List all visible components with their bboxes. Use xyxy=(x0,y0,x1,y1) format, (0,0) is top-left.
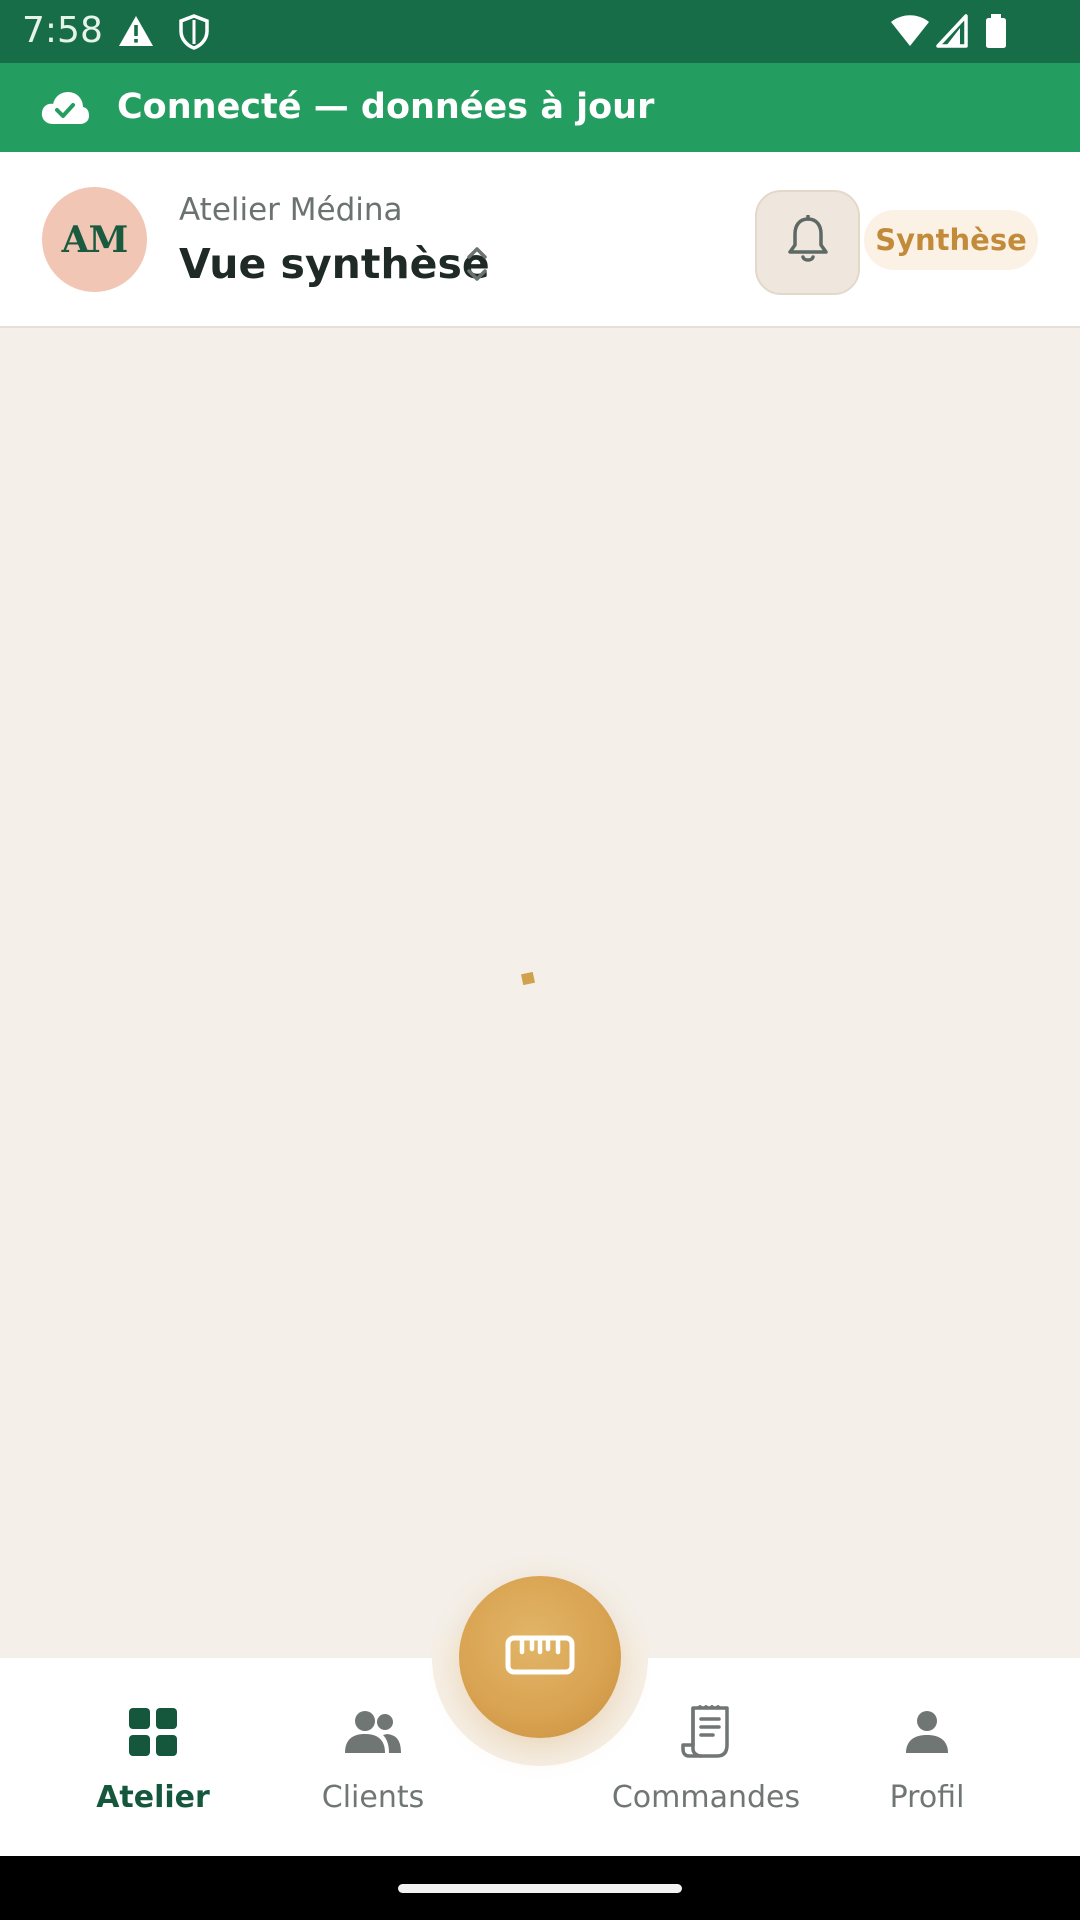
bell-icon xyxy=(786,214,830,270)
person-icon xyxy=(904,1704,950,1760)
shield-icon xyxy=(178,14,210,55)
home-gesture-handle[interactable] xyxy=(398,1884,682,1893)
battery-icon xyxy=(985,14,1007,53)
signal-icon xyxy=(936,14,968,53)
warning-icon xyxy=(117,14,155,53)
view-title[interactable]: Vue synthèse xyxy=(179,240,490,288)
nav-label: Commandes xyxy=(611,1780,801,1815)
connection-status-text: Connecté — données à jour xyxy=(117,87,655,127)
main-content xyxy=(0,328,1080,1658)
grid-icon xyxy=(128,1704,178,1760)
nav-item-atelier[interactable]: Atelier xyxy=(66,1658,240,1856)
measure-fab-button[interactable] xyxy=(459,1576,621,1738)
connection-banner: Connecté — données à jour xyxy=(0,63,1080,152)
notifications-button[interactable] xyxy=(755,190,860,295)
status-bar: 7:58 xyxy=(0,0,1080,63)
cloud-check-icon xyxy=(40,88,90,133)
nav-label: Atelier xyxy=(96,1780,210,1815)
nav-item-profil[interactable]: Profil xyxy=(854,1658,1000,1856)
nav-label: Profil xyxy=(889,1780,965,1815)
wifi-icon xyxy=(890,14,930,53)
avatar[interactable]: AM xyxy=(42,187,147,292)
nav-label: Clients xyxy=(321,1780,425,1815)
workshop-name: Atelier Médina xyxy=(179,192,403,228)
people-icon xyxy=(343,1704,403,1760)
mode-badge[interactable]: Synthèse xyxy=(864,210,1038,270)
status-time: 7:58 xyxy=(22,10,103,51)
receipt-icon xyxy=(681,1704,731,1760)
chevron-up-down-icon[interactable] xyxy=(462,240,492,293)
ruler-icon xyxy=(505,1635,575,1680)
nav-item-clients[interactable]: Clients xyxy=(286,1658,460,1856)
app-header: AM Atelier Médina Vue synthèse Synthèse xyxy=(0,152,1080,328)
